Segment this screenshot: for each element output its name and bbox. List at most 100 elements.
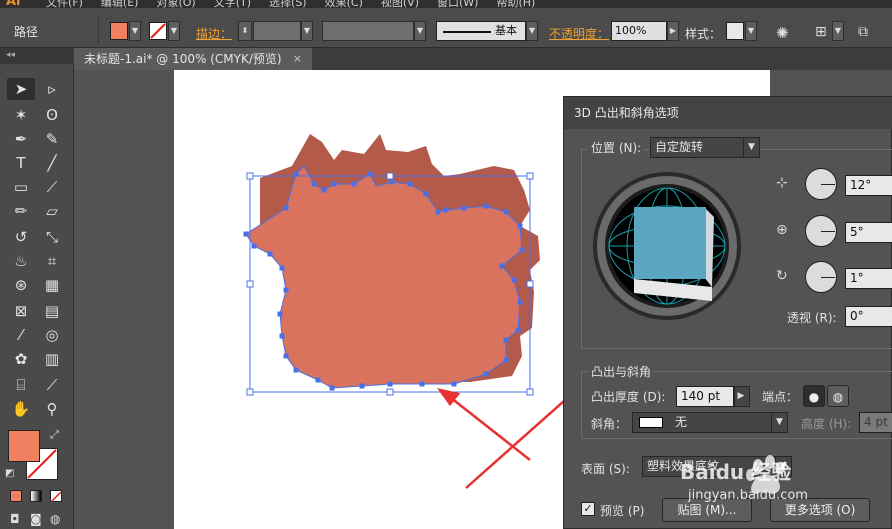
- rotate-z-dial[interactable]: [805, 261, 837, 293]
- stroke-weight-dropdown[interactable]: ▼: [301, 21, 313, 41]
- opacity-label-link[interactable]: 不透明度：: [549, 25, 609, 42]
- profile-dropdown[interactable]: ▼: [414, 21, 426, 41]
- menu-item[interactable]: 对象(O): [156, 0, 195, 8]
- anchor-point[interactable]: [311, 181, 317, 187]
- add-anchor-tool[interactable]: ✎: [38, 128, 66, 150]
- anchor-point[interactable]: [277, 311, 283, 317]
- lasso-tool[interactable]: ʘ: [38, 104, 66, 126]
- perspective-field[interactable]: 0°: [845, 306, 892, 327]
- height-field[interactable]: 4 pt: [859, 412, 892, 433]
- preview-checkbox[interactable]: ✓: [581, 502, 595, 516]
- anchor-point[interactable]: [387, 381, 393, 387]
- anchor-point[interactable]: [435, 209, 441, 215]
- track-cube[interactable]: [592, 171, 742, 321]
- rotate-tool[interactable]: ↺: [7, 226, 35, 248]
- stroke-swatch[interactable]: [149, 22, 167, 40]
- pencil-tool[interactable]: ✏: [7, 200, 35, 222]
- menu-item[interactable]: 编辑(E): [101, 0, 139, 8]
- rotate-x-dial[interactable]: [805, 168, 837, 200]
- draw-inside-icon[interactable]: ◍: [50, 512, 60, 526]
- cap-off-button[interactable]: ◍: [827, 385, 849, 407]
- shape-builder-tool[interactable]: ⊛: [7, 274, 35, 296]
- pen-tool[interactable]: ✒: [7, 128, 35, 150]
- scale-tool[interactable]: ⤡: [38, 226, 66, 248]
- symbol-sprayer-tool[interactable]: ✿: [7, 348, 35, 370]
- menu-item[interactable]: 窗口(W): [437, 0, 478, 8]
- toolbox-grip[interactable]: ◂◂: [0, 48, 74, 64]
- close-tab-icon[interactable]: ×: [293, 48, 302, 70]
- zoom-tool[interactable]: ⚲: [38, 398, 66, 420]
- cap-on-button[interactable]: ●: [803, 385, 825, 407]
- transform-icon[interactable]: ⧉: [858, 24, 868, 40]
- eraser-tool[interactable]: ▱: [38, 200, 66, 222]
- anchor-point[interactable]: [279, 333, 285, 339]
- anchor-point[interactable]: [503, 357, 509, 363]
- direct-selection-tool[interactable]: ▹: [38, 78, 66, 100]
- anchor-point[interactable]: [407, 181, 413, 187]
- rotate-y-dial[interactable]: [805, 215, 837, 247]
- fill-color-box-front[interactable]: [8, 430, 40, 462]
- anchor-point[interactable]: [515, 327, 521, 333]
- free-transform-tool[interactable]: ⌗: [38, 250, 66, 272]
- anchor-point[interactable]: [283, 353, 289, 359]
- opacity-field[interactable]: 100%: [611, 21, 667, 41]
- graphic-style-swatch[interactable]: [726, 22, 744, 40]
- none-mode-button[interactable]: [50, 490, 62, 503]
- line-tool[interactable]: ╱: [38, 152, 66, 174]
- default-colors-icon[interactable]: ◩: [5, 468, 14, 479]
- menu-item[interactable]: 效果(C): [325, 0, 363, 8]
- anchor-point[interactable]: [329, 385, 335, 391]
- warp-tool[interactable]: ♨: [7, 250, 35, 272]
- anchor-point[interactable]: [321, 187, 327, 193]
- stroke-weight-stepper[interactable]: ⬍: [238, 21, 252, 41]
- stroke-label-link[interactable]: 描边：: [196, 25, 232, 42]
- anchor-point[interactable]: [243, 231, 249, 237]
- anchor-point[interactable]: [499, 263, 505, 269]
- fill-swatch[interactable]: [110, 22, 128, 40]
- rotate-y-field[interactable]: 5°: [845, 222, 892, 243]
- draw-behind-icon[interactable]: ◙: [30, 512, 42, 526]
- anchor-point[interactable]: [283, 205, 289, 211]
- extrude-depth-stepper[interactable]: ▶: [734, 386, 750, 407]
- anchor-point[interactable]: [423, 191, 429, 197]
- bevel-select[interactable]: 无 ▼: [632, 412, 788, 433]
- color-mode-button[interactable]: [10, 490, 22, 502]
- anchor-point[interactable]: [293, 367, 299, 373]
- blend-tool[interactable]: ◎: [38, 324, 66, 346]
- extruded-shape[interactable]: [246, 134, 540, 388]
- draw-normal-icon[interactable]: ◘: [10, 512, 20, 526]
- position-select[interactable]: 自定旋转 ▼: [650, 137, 760, 158]
- anchor-point[interactable]: [517, 299, 523, 305]
- anchor-point[interactable]: [251, 243, 257, 249]
- anchor-point[interactable]: [443, 207, 449, 213]
- anchor-point[interactable]: [519, 247, 525, 253]
- anchor-point[interactable]: [451, 381, 457, 387]
- anchor-point[interactable]: [283, 287, 289, 293]
- column-graph-tool[interactable]: ▥: [38, 348, 66, 370]
- menu-item[interactable]: 视图(V): [381, 0, 419, 8]
- align-dropdown[interactable]: ▼: [832, 21, 844, 41]
- menu-item[interactable]: 文字(T): [214, 0, 251, 8]
- variable-width-profile[interactable]: [322, 21, 414, 41]
- brush-dropdown[interactable]: ▼: [526, 21, 538, 41]
- stroke-weight-field[interactable]: [253, 21, 301, 41]
- rotate-z-field[interactable]: 1°: [845, 268, 892, 289]
- slice-tool[interactable]: ⟋: [38, 374, 66, 396]
- anchor-point[interactable]: [483, 371, 489, 377]
- anchor-point[interactable]: [517, 223, 523, 229]
- perspective-grid-tool[interactable]: ▦: [38, 274, 66, 296]
- brush-definition[interactable]: 基本: [436, 21, 526, 41]
- anchor-point[interactable]: [461, 205, 467, 211]
- hand-tool[interactable]: ✋: [7, 398, 35, 420]
- extrude-depth-field[interactable]: 140 pt: [676, 386, 734, 407]
- fill-dropdown[interactable]: ▼: [129, 21, 141, 41]
- anchor-point[interactable]: [359, 383, 365, 389]
- opacity-dropdown[interactable]: ▶: [667, 21, 679, 41]
- anchor-point[interactable]: [367, 171, 373, 177]
- menu-item[interactable]: 选择(S): [269, 0, 307, 8]
- recolor-icon[interactable]: ✺: [776, 24, 789, 42]
- anchor-point[interactable]: [503, 337, 509, 343]
- anchor-point[interactable]: [351, 181, 357, 187]
- document-tab[interactable]: 未标题-1.ai* @ 100% (CMYK/预览) ×: [74, 48, 312, 70]
- eyedropper-tool[interactable]: ⁄: [7, 324, 35, 346]
